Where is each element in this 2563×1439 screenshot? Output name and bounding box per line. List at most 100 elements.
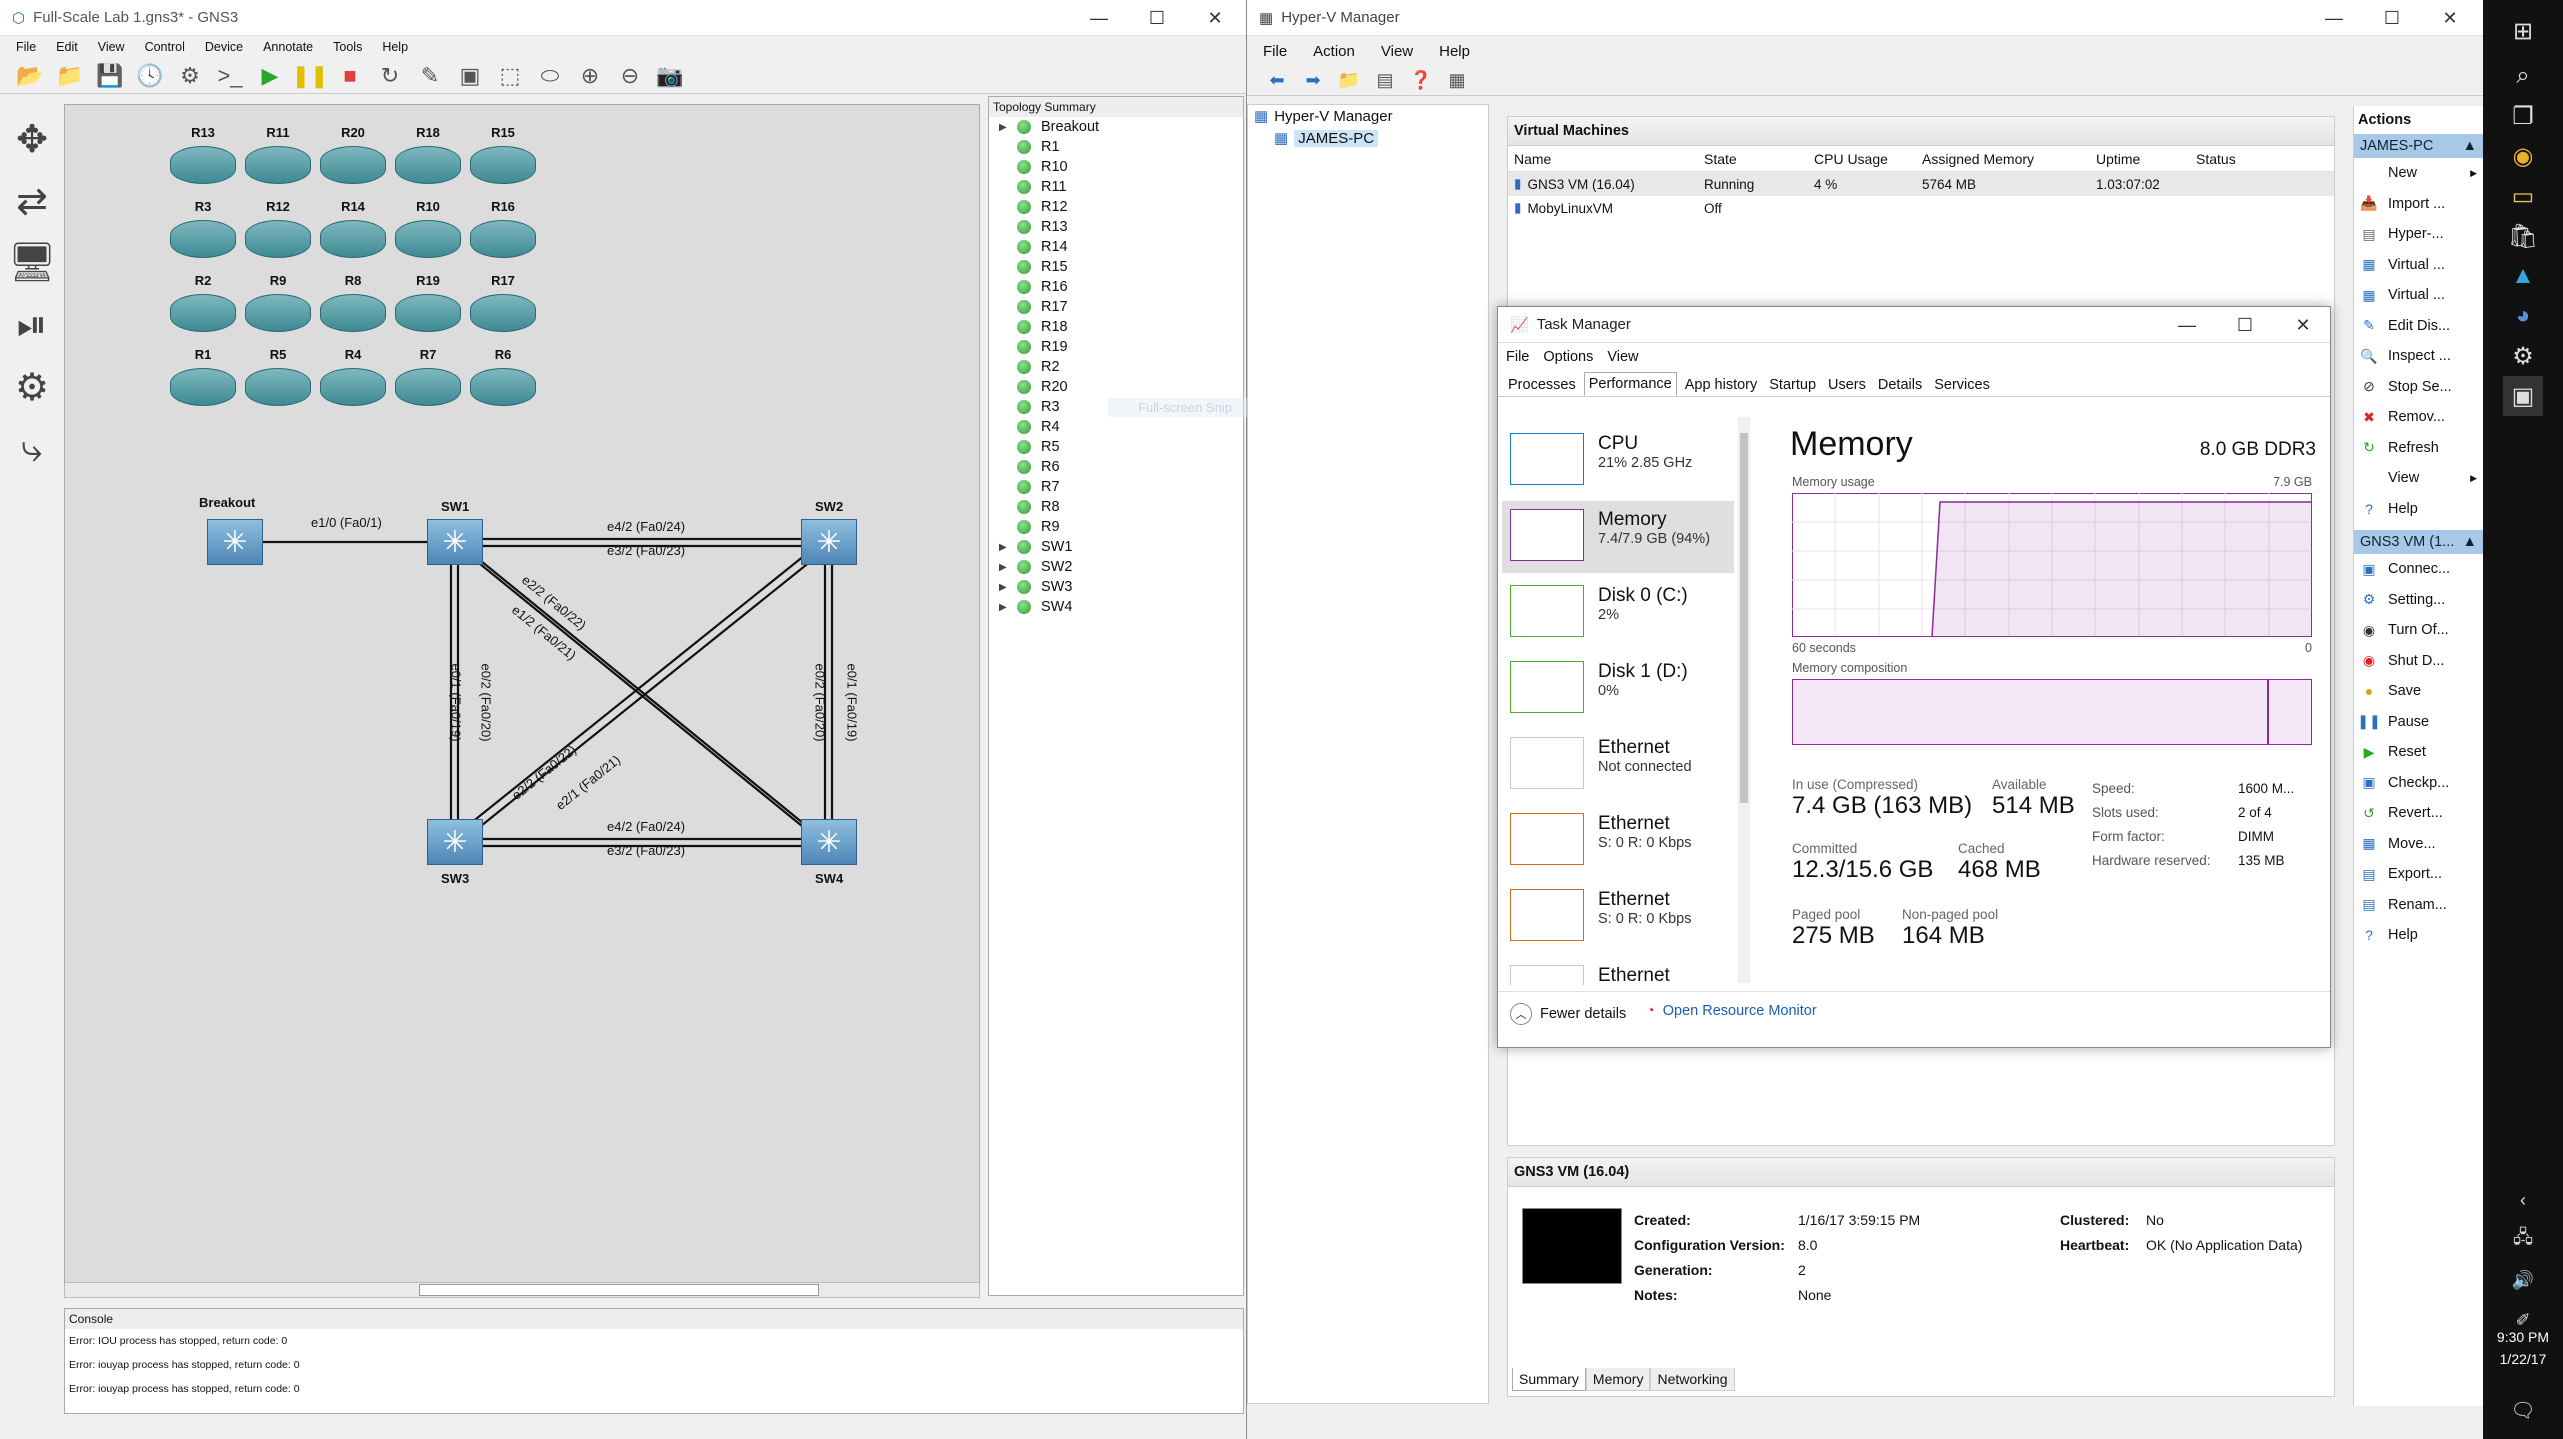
- sw1-switch[interactable]: ✳: [427, 519, 483, 565]
- topology-item[interactable]: R8: [989, 497, 1243, 517]
- topology-item[interactable]: R7: [989, 477, 1243, 497]
- expand-arrow-icon[interactable]: ▶: [999, 542, 1017, 553]
- maximize-icon[interactable]: ☐: [1128, 0, 1186, 36]
- screenshot-icon[interactable]: 📷: [654, 61, 686, 91]
- sw2-switch[interactable]: ✳: [801, 519, 857, 565]
- store-icon[interactable]: 🛍: [2503, 216, 2543, 256]
- action-item[interactable]: ⚙ Setting...: [2354, 585, 2483, 616]
- notifications-icon[interactable]: 🗨: [2503, 1390, 2543, 1430]
- canvas-horizontal-scrollbar[interactable]: [64, 1282, 980, 1298]
- close-icon[interactable]: ✕: [2274, 307, 2332, 343]
- expand-arrow-icon[interactable]: ▶: [999, 122, 1017, 133]
- close-icon[interactable]: ✕: [2421, 0, 2479, 36]
- topology-item[interactable]: R9: [989, 517, 1243, 537]
- search-icon[interactable]: ⌕: [2503, 56, 2543, 96]
- action-item[interactable]: ▤ Export...: [2354, 859, 2483, 890]
- action-item[interactable]: ▣ Checkp...: [2354, 768, 2483, 799]
- hv-menu-help[interactable]: Help: [1439, 43, 1470, 60]
- stop-all-icon[interactable]: ■: [334, 61, 366, 91]
- router-r6[interactable]: R6: [467, 347, 539, 407]
- hv-menu-file[interactable]: File: [1263, 43, 1287, 60]
- router-r4[interactable]: R4: [317, 347, 389, 407]
- router-r14[interactable]: R14: [317, 199, 389, 259]
- open-resource-monitor-link[interactable]: ◔ Open Resource Monitor: [1646, 1003, 1817, 1019]
- vm-actions-group[interactable]: GNS3 VM (1... ▲: [2354, 530, 2483, 554]
- vm-row[interactable]: ▮ GNS3 VM (16.04) Running 4 % 5764 MB 1.0…: [1508, 172, 2334, 196]
- tray-chevron-icon[interactable]: ‹: [2503, 1180, 2543, 1220]
- tab-networking[interactable]: Networking: [1650, 1368, 1735, 1391]
- vm-thumbnail[interactable]: [1522, 1208, 1622, 1284]
- sw4-switch[interactable]: ✳: [801, 819, 857, 865]
- tab-memory[interactable]: Memory: [1585, 1368, 1651, 1391]
- tab-summary[interactable]: Summary: [1512, 1368, 1586, 1391]
- router-r1[interactable]: R1: [167, 347, 239, 407]
- menu-control[interactable]: Control: [145, 40, 185, 54]
- start-icon[interactable]: ⊞: [2503, 6, 2543, 56]
- topology-item[interactable]: R20: [989, 377, 1243, 397]
- expand-arrow-icon[interactable]: ▶: [999, 562, 1017, 573]
- tm-menu-options[interactable]: Options: [1543, 349, 1593, 365]
- action-item[interactable]: 📥 Import ...: [2354, 189, 2483, 220]
- minimize-icon[interactable]: —: [1070, 0, 1128, 36]
- task-view-icon[interactable]: ❐: [2503, 96, 2543, 136]
- col-status[interactable]: Status: [2196, 151, 2296, 167]
- sw3-switch[interactable]: ✳: [427, 819, 483, 865]
- router-r9[interactable]: R9: [242, 273, 314, 333]
- action-item[interactable]: ✎ Edit Dis...: [2354, 311, 2483, 342]
- reload-all-icon[interactable]: ↻: [374, 61, 406, 91]
- router-r17[interactable]: R17: [467, 273, 539, 333]
- tab-users[interactable]: Users: [1824, 374, 1870, 396]
- expand-arrow-icon[interactable]: ▶: [999, 602, 1017, 613]
- sidebar-scrollbar[interactable]: [1738, 417, 1750, 983]
- tree-host[interactable]: ▦ JAMES-PC: [1248, 127, 1488, 149]
- router-r20[interactable]: R20: [317, 125, 389, 185]
- host-actions-group[interactable]: JAMES-PC ▲: [2354, 134, 2483, 158]
- tab-details[interactable]: Details: [1874, 374, 1926, 396]
- topology-item[interactable]: R13: [989, 217, 1243, 237]
- zoom-out-icon[interactable]: ⊖: [614, 61, 646, 91]
- router-r13[interactable]: R13: [167, 125, 239, 185]
- perf-item-ethernet-6[interactable]: Ethernet S: 0 R: 0 Kbps: [1502, 881, 1734, 953]
- topology-canvas[interactable]: R13 R11 R20 R18 R15 R3 R12 R14 R10 R16 R2 R9 R8 R19 R1…: [64, 104, 980, 1294]
- show-interfaces-icon[interactable]: ⚙: [174, 61, 206, 91]
- router-r7[interactable]: R7: [392, 347, 464, 407]
- perf-item-disk-1-d--3[interactable]: Disk 1 (D:) 0%: [1502, 653, 1734, 725]
- browse-end-devices-icon[interactable]: 🖥: [5, 236, 59, 290]
- action-item[interactable]: ▦ Virtual ...: [2354, 250, 2483, 281]
- action-item[interactable]: ? Help: [2354, 920, 2483, 951]
- tab-app-history[interactable]: App history: [1681, 374, 1762, 396]
- action-item[interactable]: ▦ Move...: [2354, 829, 2483, 860]
- action-item[interactable]: ◉ Shut D...: [2354, 646, 2483, 677]
- topology-item[interactable]: R17: [989, 297, 1243, 317]
- menu-view[interactable]: View: [98, 40, 125, 54]
- action-item[interactable]: ▤ Renam...: [2354, 890, 2483, 921]
- action-item[interactable]: ▤ Hyper-...: [2354, 219, 2483, 250]
- perf-item-cpu-0[interactable]: CPU 21% 2.85 GHz: [1502, 425, 1734, 497]
- topology-item[interactable]: R2: [989, 357, 1243, 377]
- help-icon[interactable]: ❓: [1405, 66, 1437, 96]
- hv-menu-action[interactable]: Action: [1313, 43, 1355, 60]
- menu-file[interactable]: File: [16, 40, 36, 54]
- sidebar-scroll-thumb[interactable]: [1740, 433, 1748, 803]
- tab-services[interactable]: Services: [1930, 374, 1994, 396]
- col-memory[interactable]: Assigned Memory: [1922, 151, 2096, 167]
- col-cpu[interactable]: CPU Usage: [1814, 151, 1922, 167]
- topology-item[interactable]: ▶ Breakout: [989, 117, 1243, 137]
- hv-menu-view[interactable]: View: [1381, 43, 1413, 60]
- file-explorer-icon[interactable]: ▭: [2503, 176, 2543, 216]
- suspend-all-icon[interactable]: ❚❚: [292, 61, 329, 91]
- topology-item[interactable]: ▶ SW1: [989, 537, 1243, 557]
- action-item[interactable]: ❚❚ Pause: [2354, 707, 2483, 738]
- browse-security-icon[interactable]: ⏯: [5, 298, 59, 352]
- console-all-icon[interactable]: >_: [214, 61, 246, 91]
- topology-item[interactable]: R12: [989, 197, 1243, 217]
- action-item[interactable]: ▶ Reset: [2354, 737, 2483, 768]
- router-r19[interactable]: R19: [392, 273, 464, 333]
- expand-arrow-icon[interactable]: ▶: [999, 582, 1017, 593]
- topology-item[interactable]: R18: [989, 317, 1243, 337]
- add-note-icon[interactable]: ✎: [414, 61, 446, 91]
- browse-all-devices-icon[interactable]: ⚙: [5, 360, 59, 414]
- forward-icon[interactable]: ➡: [1297, 66, 1329, 96]
- collapse-icon[interactable]: ▲: [2463, 138, 2477, 154]
- col-name[interactable]: Name: [1508, 151, 1704, 167]
